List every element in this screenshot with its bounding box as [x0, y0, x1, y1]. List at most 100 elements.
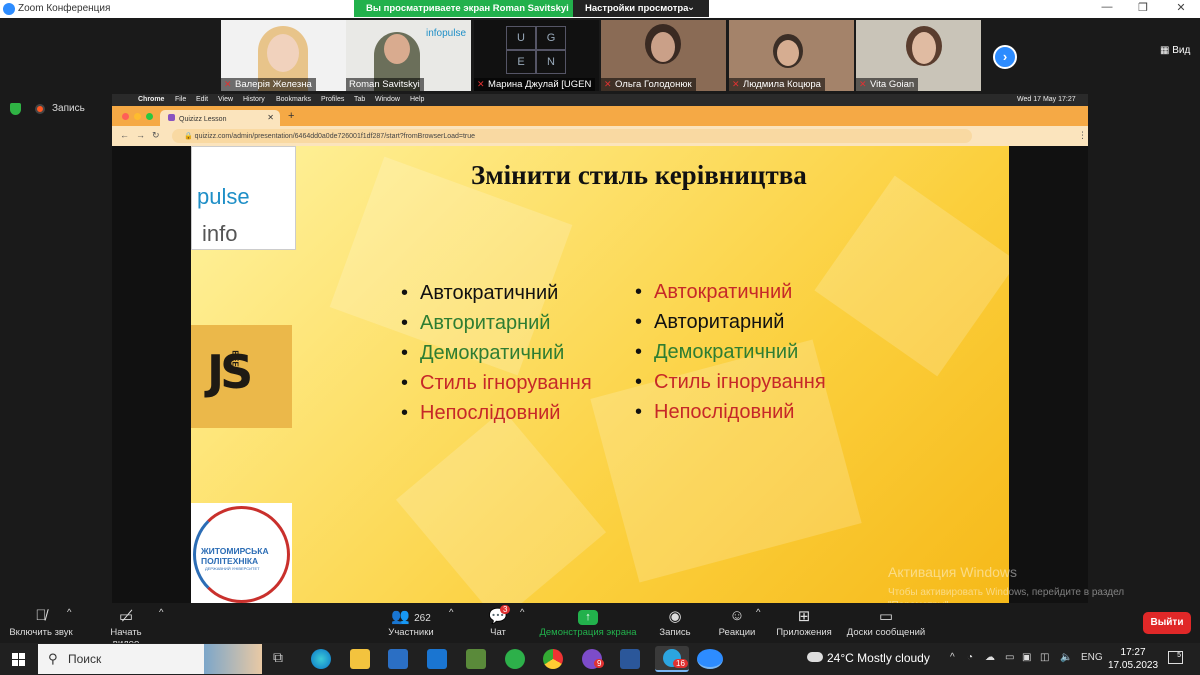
tray-app-icon[interactable]: ◔ [967, 652, 973, 663]
participant-tile[interactable]: infopulse Roman Savitskyi [346, 20, 471, 91]
view-button[interactable]: ▦ Вид [1160, 45, 1190, 56]
mac-menu-item[interactable]: Tab [354, 96, 365, 103]
search-icon: ⚲ [48, 651, 58, 666]
mic-muted-icon: ✕ [604, 79, 612, 89]
tray-chevron-icon[interactable]: ^ [950, 652, 955, 663]
mac-menu-item[interactable]: Bookmarks [276, 96, 311, 103]
system-clock[interactable]: 17:27 17.05.2023 [1108, 646, 1158, 672]
participant-face [912, 32, 936, 64]
tray-cloud-icon[interactable]: ☁ [985, 652, 995, 663]
whiteboard-button[interactable]: ▭ Доски сообщений [845, 607, 927, 638]
back-icon[interactable]: ← [120, 130, 129, 140]
close-window-icon[interactable] [122, 113, 129, 120]
beerjs-logo-text: JS [207, 345, 253, 399]
mac-menu-item[interactable]: Window [375, 96, 400, 103]
gallery-next-icon[interactable]: › [993, 45, 1017, 69]
volume-icon[interactable]: 🔈 [1060, 652, 1072, 663]
weather-widget[interactable]: 24°C Mostly cloudy [807, 651, 930, 665]
chat-label: Чат [490, 627, 506, 638]
monitor-icon[interactable]: ▣ [1022, 652, 1031, 663]
maximize-icon[interactable]: ❐ [1128, 1, 1158, 17]
tab-close-icon[interactable]: ✕ [267, 113, 274, 122]
participants-label: Участники [388, 627, 434, 638]
mac-menu-item[interactable]: Edit [196, 96, 208, 103]
network-icon[interactable]: ◫ [1040, 652, 1049, 663]
viber-badge: 9 [594, 659, 605, 668]
audio-options-caret-icon[interactable]: ^ [67, 607, 71, 618]
mac-menu-item[interactable]: File [175, 96, 186, 103]
minimize-window-icon[interactable] [134, 113, 141, 120]
apps-button[interactable]: ⊞ Приложения [774, 607, 834, 638]
participant-tile[interactable]: ✕ Людмила Коцюра [729, 20, 854, 91]
chat-caret-icon[interactable]: ^ [520, 607, 524, 618]
mac-menu-bar: Chrome File Edit View History Bookmarks … [112, 94, 1088, 106]
minimize-icon[interactable]: — [1092, 1, 1122, 17]
forward-icon[interactable]: → [136, 130, 145, 140]
unmute-button[interactable]: 🎙̸ Включить звук [8, 607, 74, 638]
mac-menu-item[interactable]: Chrome [138, 96, 164, 103]
mac-menu-item[interactable]: Help [410, 96, 424, 103]
chrome-menu-icon[interactable]: ⋮ [1078, 130, 1087, 141]
notifications-icon[interactable]: 5 [1168, 651, 1183, 664]
mac-menu-item[interactable]: History [243, 96, 265, 103]
store-icon[interactable] [388, 649, 408, 669]
file-explorer-icon[interactable] [350, 649, 370, 669]
participants-caret-icon[interactable]: ^ [449, 607, 453, 618]
participants-button[interactable]: 👥 262 Участники [388, 607, 434, 638]
ugen-avatar: U G E N [506, 26, 566, 74]
zoom-window-icon[interactable] [146, 113, 153, 120]
task-view-icon[interactable]: ⧉ [273, 649, 293, 669]
leave-button[interactable]: Выйти [1143, 612, 1191, 634]
close-icon[interactable]: ✕ [1166, 1, 1196, 17]
mail-icon[interactable] [427, 649, 447, 669]
clock-date: 17.05.2023 [1108, 660, 1159, 671]
participant-face [267, 34, 299, 72]
participant-tile[interactable]: ✕ Vita Goian [856, 20, 981, 91]
new-tab-icon[interactable]: + [288, 110, 294, 122]
language-indicator[interactable]: ENG [1081, 652, 1103, 663]
share-banner: Вы просматриваете экран Roman Savitskyi [354, 0, 581, 17]
participant-tile[interactable]: ✕ Валерія Железна [221, 20, 346, 91]
browser-tab[interactable]: Quizizz Lesson ✕ [160, 110, 280, 126]
address-bar[interactable]: 🔒 quizizz.com/admin/presentation/6464dd0… [172, 129, 972, 143]
zoom-taskbar-icon[interactable] [697, 649, 723, 669]
word-icon[interactable] [620, 649, 640, 669]
video-options-caret-icon[interactable]: ^ [159, 607, 163, 618]
windows-start-icon[interactable] [12, 653, 25, 666]
participant-face [651, 32, 675, 62]
view-options-button[interactable]: Настройки просмотра ⌄ [573, 0, 709, 17]
torrent-icon[interactable] [505, 649, 525, 669]
tab-title: Quizizz Lesson [179, 116, 227, 123]
battery-icon[interactable]: ▭ [1005, 652, 1014, 663]
reactions-button[interactable]: ☺ Реакции [717, 607, 757, 638]
viber-icon[interactable]: 9 [582, 649, 605, 669]
chat-button[interactable]: 💬 Чат 3 [486, 605, 511, 638]
reactions-caret-icon[interactable]: ^ [756, 607, 760, 618]
list-item: Автократичний [635, 277, 826, 307]
whiteboard-icon: ▭ [878, 608, 894, 625]
telegram-icon[interactable]: 16 [655, 646, 689, 672]
beerjs-logo: JS BEER [191, 325, 292, 428]
security-shield-icon[interactable] [10, 103, 21, 115]
participant-name-tag: ✕ Марина Джулай [UGEN [474, 78, 596, 91]
quizizz-favicon-icon [168, 114, 175, 121]
mac-menu-item[interactable]: Profiles [321, 96, 344, 103]
mac-menu-item[interactable]: View [218, 96, 233, 103]
list-item: Стиль ігнорування [401, 368, 592, 398]
chrome-icon[interactable] [543, 649, 563, 669]
reload-icon[interactable]: ↻ [152, 130, 160, 141]
participant-name: Roman Savitskyi [349, 79, 420, 90]
list-item-text: Непослідовний [654, 401, 795, 423]
apps-label: Приложения [776, 627, 832, 638]
share-screen-button[interactable]: ↑ Демонстрация экрана [538, 607, 638, 638]
share-screen-label: Демонстрация экрана [539, 627, 637, 638]
taskbar-search[interactable]: ⚲ Поиск [38, 644, 262, 674]
app-icon[interactable] [466, 649, 486, 669]
participant-tile[interactable]: U G E N ✕ Марина Джулай [UGEN [474, 20, 599, 91]
record-button[interactable]: ◉ Запись [657, 607, 693, 638]
participant-name-tag: ✕ Vita Goian [856, 78, 919, 91]
participant-tile[interactable]: ✕ Ольга Голодонюк [601, 20, 726, 91]
ugen-letter: G [536, 26, 566, 50]
infopulse-logo-text: info pulse [197, 184, 250, 246]
edge-icon[interactable] [311, 649, 331, 669]
